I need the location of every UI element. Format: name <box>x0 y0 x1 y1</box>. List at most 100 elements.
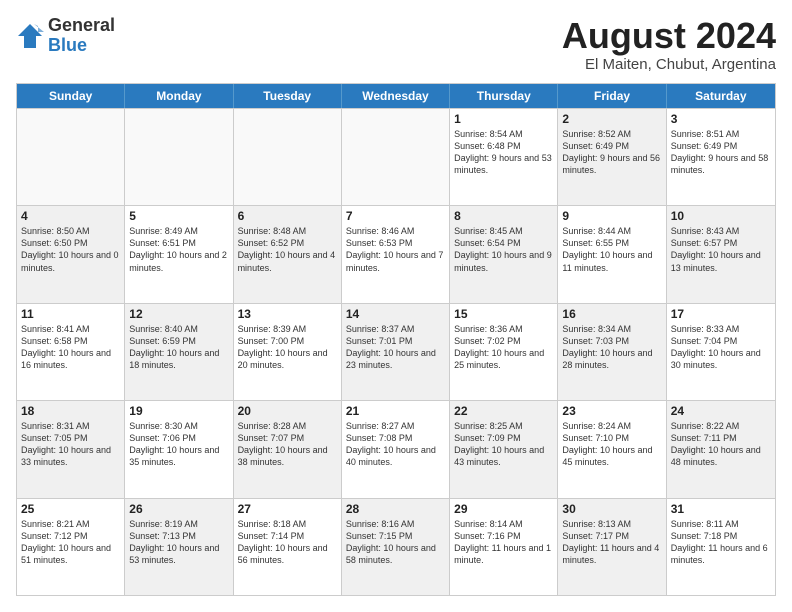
cal-cell-4-6: 23 Sunrise: 8:24 AM Sunset: 7:10 PM Dayli… <box>558 401 666 497</box>
cal-cell-3-2: 12 Sunrise: 8:40 AM Sunset: 6:59 PM Dayli… <box>125 304 233 400</box>
day-info: Sunrise: 8:13 AM Sunset: 7:17 PM Dayligh… <box>562 518 661 567</box>
day-info: Sunrise: 8:50 AM Sunset: 6:50 PM Dayligh… <box>21 225 120 274</box>
day-number: 5 <box>129 209 228 223</box>
day-number: 12 <box>129 307 228 321</box>
page: General Blue August 2024 El Maiten, Chub… <box>0 0 792 612</box>
day-number: 3 <box>671 112 771 126</box>
logo-general-text: General <box>48 16 115 36</box>
day-info: Sunrise: 8:22 AM Sunset: 7:11 PM Dayligh… <box>671 420 771 469</box>
day-info: Sunrise: 8:41 AM Sunset: 6:58 PM Dayligh… <box>21 323 120 372</box>
day-info: Sunrise: 8:31 AM Sunset: 7:05 PM Dayligh… <box>21 420 120 469</box>
day-number: 2 <box>562 112 661 126</box>
day-info: Sunrise: 8:46 AM Sunset: 6:53 PM Dayligh… <box>346 225 445 274</box>
header-saturday: Saturday <box>667 84 775 108</box>
day-number: 16 <box>562 307 661 321</box>
day-info: Sunrise: 8:14 AM Sunset: 7:16 PM Dayligh… <box>454 518 553 567</box>
cal-cell-2-3: 6 Sunrise: 8:48 AM Sunset: 6:52 PM Daylig… <box>234 206 342 302</box>
title-block: August 2024 El Maiten, Chubut, Argentina <box>562 16 776 73</box>
logo-icon <box>16 22 44 50</box>
cal-cell-4-4: 21 Sunrise: 8:27 AM Sunset: 7:08 PM Dayli… <box>342 401 450 497</box>
day-info: Sunrise: 8:33 AM Sunset: 7:04 PM Dayligh… <box>671 323 771 372</box>
day-info: Sunrise: 8:36 AM Sunset: 7:02 PM Dayligh… <box>454 323 553 372</box>
logo-blue-text: Blue <box>48 36 115 56</box>
day-number: 6 <box>238 209 337 223</box>
day-info: Sunrise: 8:28 AM Sunset: 7:07 PM Dayligh… <box>238 420 337 469</box>
day-info: Sunrise: 8:27 AM Sunset: 7:08 PM Dayligh… <box>346 420 445 469</box>
cal-cell-5-2: 26 Sunrise: 8:19 AM Sunset: 7:13 PM Dayli… <box>125 499 233 595</box>
calendar-body: 1 Sunrise: 8:54 AM Sunset: 6:48 PM Daylig… <box>17 108 775 595</box>
day-info: Sunrise: 8:16 AM Sunset: 7:15 PM Dayligh… <box>346 518 445 567</box>
cal-cell-1-6: 2 Sunrise: 8:52 AM Sunset: 6:49 PM Daylig… <box>558 109 666 205</box>
day-number: 26 <box>129 502 228 516</box>
day-number: 29 <box>454 502 553 516</box>
day-number: 10 <box>671 209 771 223</box>
day-number: 18 <box>21 404 120 418</box>
cal-cell-5-7: 31Sunrise: 8:11 AM Sunset: 7:18 PM Dayli… <box>667 499 775 595</box>
cal-cell-5-1: 25 Sunrise: 8:21 AM Sunset: 7:12 PM Dayli… <box>17 499 125 595</box>
day-number: 13 <box>238 307 337 321</box>
day-number: 11 <box>21 307 120 321</box>
day-number: 4 <box>21 209 120 223</box>
title-month: August 2024 <box>562 16 776 56</box>
logo-text: General Blue <box>48 16 115 56</box>
day-number: 1 <box>454 112 553 126</box>
day-info: Sunrise: 8:52 AM Sunset: 6:49 PM Dayligh… <box>562 128 661 177</box>
day-number: 30 <box>562 502 661 516</box>
cal-cell-5-3: 27Sunrise: 8:18 AM Sunset: 7:14 PM Dayli… <box>234 499 342 595</box>
cal-cell-1-3 <box>234 109 342 205</box>
day-number: 21 <box>346 404 445 418</box>
header-wednesday: Wednesday <box>342 84 450 108</box>
day-info: Sunrise: 8:45 AM Sunset: 6:54 PM Dayligh… <box>454 225 553 274</box>
cal-cell-2-5: 8 Sunrise: 8:45 AM Sunset: 6:54 PM Daylig… <box>450 206 558 302</box>
cal-cell-4-3: 20 Sunrise: 8:28 AM Sunset: 7:07 PM Dayli… <box>234 401 342 497</box>
day-info: Sunrise: 8:37 AM Sunset: 7:01 PM Dayligh… <box>346 323 445 372</box>
day-number: 14 <box>346 307 445 321</box>
cal-cell-4-2: 19Sunrise: 8:30 AM Sunset: 7:06 PM Dayli… <box>125 401 233 497</box>
day-number: 9 <box>562 209 661 223</box>
day-info: Sunrise: 8:54 AM Sunset: 6:48 PM Dayligh… <box>454 128 553 177</box>
cal-cell-5-5: 29 Sunrise: 8:14 AM Sunset: 7:16 PM Dayli… <box>450 499 558 595</box>
day-number: 22 <box>454 404 553 418</box>
cal-cell-2-6: 9 Sunrise: 8:44 AM Sunset: 6:55 PM Daylig… <box>558 206 666 302</box>
cal-row-2: 4 Sunrise: 8:50 AM Sunset: 6:50 PM Daylig… <box>17 205 775 302</box>
day-number: 19 <box>129 404 228 418</box>
day-number: 25 <box>21 502 120 516</box>
cal-cell-3-6: 16 Sunrise: 8:34 AM Sunset: 7:03 PM Dayli… <box>558 304 666 400</box>
day-info: Sunrise: 8:51 AM Sunset: 6:49 PM Dayligh… <box>671 128 771 177</box>
day-number: 8 <box>454 209 553 223</box>
day-info: Sunrise: 8:24 AM Sunset: 7:10 PM Dayligh… <box>562 420 661 469</box>
logo: General Blue <box>16 16 115 56</box>
day-info: Sunrise: 8:25 AM Sunset: 7:09 PM Dayligh… <box>454 420 553 469</box>
day-number: 28 <box>346 502 445 516</box>
day-number: 15 <box>454 307 553 321</box>
cal-cell-1-7: 3 Sunrise: 8:51 AM Sunset: 6:49 PM Daylig… <box>667 109 775 205</box>
cal-cell-2-1: 4 Sunrise: 8:50 AM Sunset: 6:50 PM Daylig… <box>17 206 125 302</box>
day-info: Sunrise: 8:21 AM Sunset: 7:12 PM Dayligh… <box>21 518 120 567</box>
cal-cell-5-6: 30 Sunrise: 8:13 AM Sunset: 7:17 PM Dayli… <box>558 499 666 595</box>
day-number: 23 <box>562 404 661 418</box>
day-info: Sunrise: 8:40 AM Sunset: 6:59 PM Dayligh… <box>129 323 228 372</box>
day-info: Sunrise: 8:18 AM Sunset: 7:14 PM Dayligh… <box>238 518 337 567</box>
cal-cell-2-4: 7Sunrise: 8:46 AM Sunset: 6:53 PM Daylig… <box>342 206 450 302</box>
cal-cell-4-5: 22 Sunrise: 8:25 AM Sunset: 7:09 PM Dayli… <box>450 401 558 497</box>
day-number: 17 <box>671 307 771 321</box>
calendar: Sunday Monday Tuesday Wednesday Thursday… <box>16 83 776 596</box>
day-info: Sunrise: 8:39 AM Sunset: 7:00 PM Dayligh… <box>238 323 337 372</box>
day-info: Sunrise: 8:34 AM Sunset: 7:03 PM Dayligh… <box>562 323 661 372</box>
day-info: Sunrise: 8:19 AM Sunset: 7:13 PM Dayligh… <box>129 518 228 567</box>
day-info: Sunrise: 8:43 AM Sunset: 6:57 PM Dayligh… <box>671 225 771 274</box>
cal-cell-1-1 <box>17 109 125 205</box>
cal-row-4: 18 Sunrise: 8:31 AM Sunset: 7:05 PM Dayli… <box>17 400 775 497</box>
day-info: Sunrise: 8:44 AM Sunset: 6:55 PM Dayligh… <box>562 225 661 274</box>
cal-cell-4-7: 24Sunrise: 8:22 AM Sunset: 7:11 PM Dayli… <box>667 401 775 497</box>
day-info: Sunrise: 8:48 AM Sunset: 6:52 PM Dayligh… <box>238 225 337 274</box>
cal-cell-2-7: 10 Sunrise: 8:43 AM Sunset: 6:57 PM Dayli… <box>667 206 775 302</box>
cal-cell-3-1: 11 Sunrise: 8:41 AM Sunset: 6:58 PM Dayli… <box>17 304 125 400</box>
day-number: 20 <box>238 404 337 418</box>
header-monday: Monday <box>125 84 233 108</box>
cal-row-3: 11 Sunrise: 8:41 AM Sunset: 6:58 PM Dayli… <box>17 303 775 400</box>
header: General Blue August 2024 El Maiten, Chub… <box>16 16 776 73</box>
cal-row-1: 1 Sunrise: 8:54 AM Sunset: 6:48 PM Daylig… <box>17 108 775 205</box>
day-number: 31 <box>671 502 771 516</box>
title-location: El Maiten, Chubut, Argentina <box>562 56 776 73</box>
